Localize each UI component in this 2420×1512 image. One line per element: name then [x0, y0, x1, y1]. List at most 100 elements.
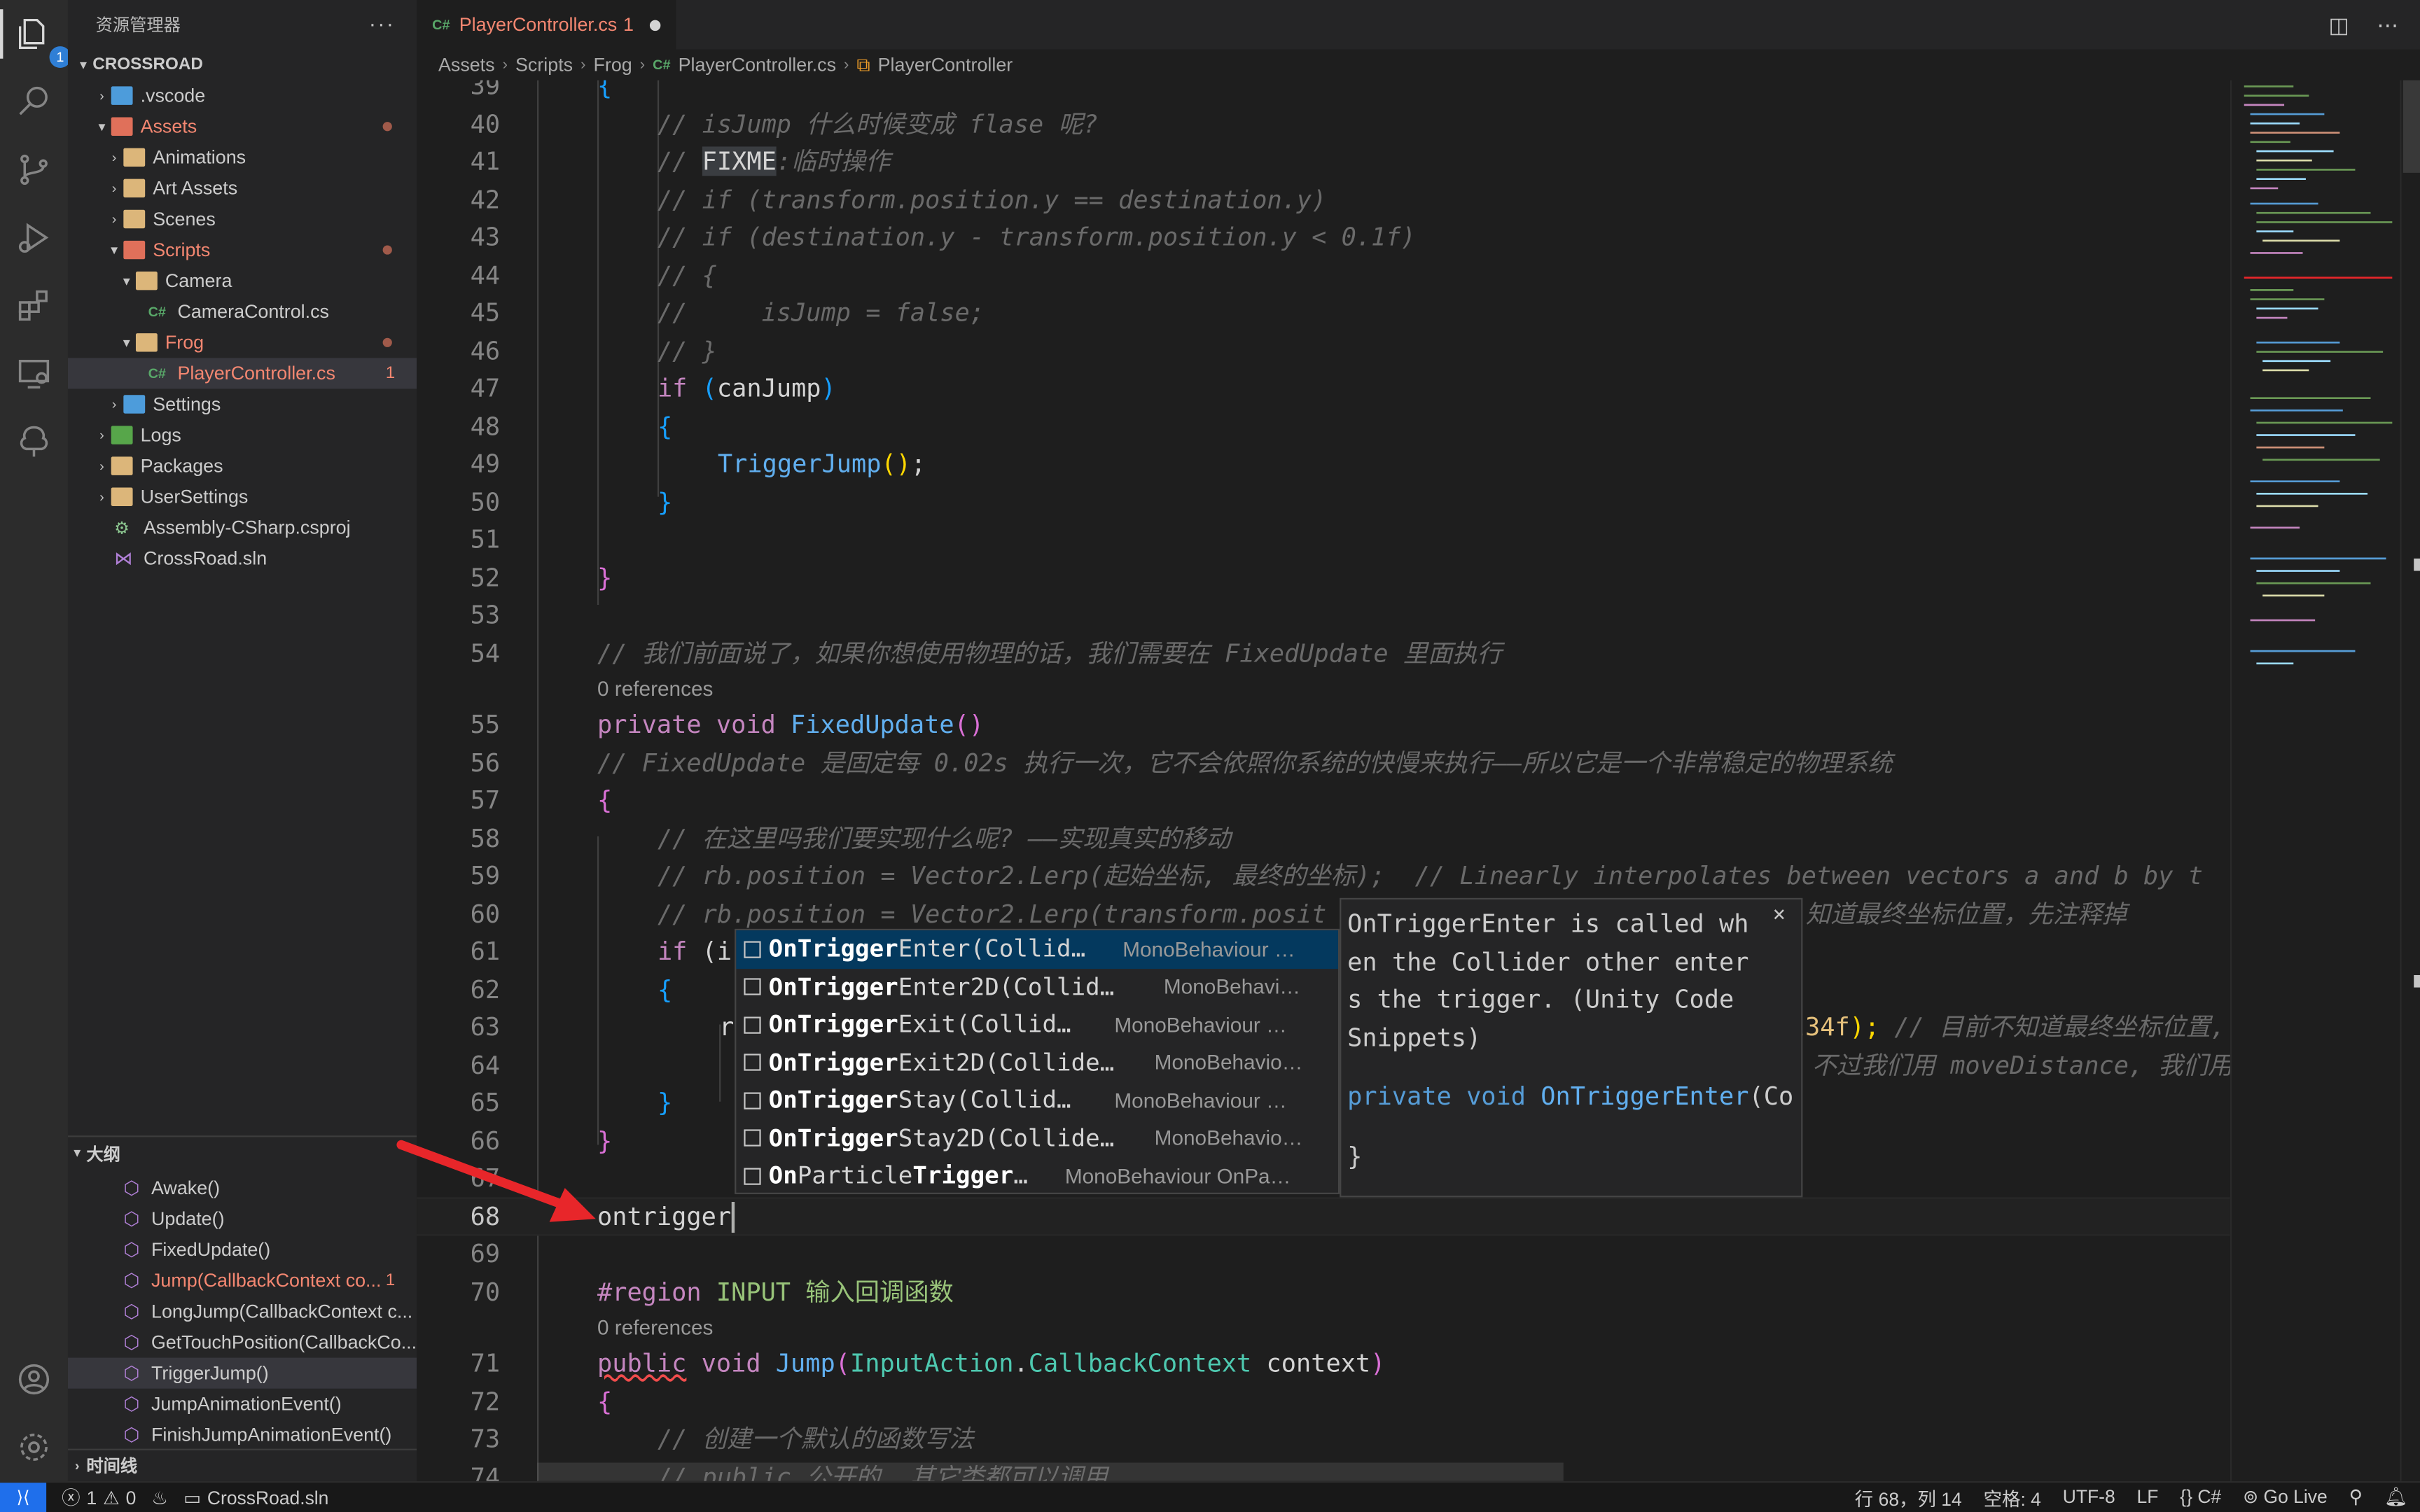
go-live-button[interactable]: ⊚ Go Live: [2243, 1486, 2328, 1512]
remote-explorer-icon[interactable]: [13, 352, 56, 396]
region-directive: #region: [597, 1276, 702, 1306]
explorer-icon[interactable]: 1: [13, 13, 71, 68]
tree-item-cameracontrol[interactable]: C# CameraControl.cs: [68, 296, 417, 327]
tree-item-usersettings[interactable]: › UserSettings: [68, 482, 417, 512]
account-icon[interactable]: [13, 1358, 56, 1401]
timeline-header[interactable]: › 时间线: [67, 1448, 417, 1481]
suggestion-item[interactable]: OnTriggerStay(Collid… MonoBehaviour …: [736, 1082, 1338, 1119]
codelens-references[interactable]: 0 references: [597, 673, 713, 706]
breadcrumb-item[interactable]: PlayerController: [878, 54, 1013, 76]
notifications-bell-icon[interactable]: 🔔︎: [2384, 1486, 2408, 1512]
folder-icon: [123, 209, 146, 229]
codelens-references[interactable]: 0 references: [597, 1311, 713, 1345]
match-highlight: OnTrigger: [768, 935, 898, 963]
indentation[interactable]: 空格: 4: [1984, 1486, 2041, 1512]
tab-playercontroller[interactable]: C# PlayerController.cs 1: [417, 0, 676, 50]
signature-rest: (Co: [1748, 1082, 1794, 1111]
tree-item-vscode[interactable]: › .vscode: [68, 80, 417, 111]
breadcrumb-item[interactable]: Assets: [438, 54, 495, 76]
code-line: 52}: [417, 559, 2230, 597]
code-line: 70 #region INPUT 输入回调函数: [417, 1273, 2230, 1311]
suggestion-item[interactable]: OnParticleTrigger… MonoBehaviour OnPa…: [736, 1157, 1338, 1195]
more-actions-icon[interactable]: ⋯: [2377, 13, 2398, 38]
language-mode[interactable]: {} C#: [2180, 1486, 2221, 1512]
code-editor[interactable]: 39 { 40 // isJump 什么时候变成 flase 呢? 41 // FIX…: [417, 80, 2230, 1481]
outline-item-update[interactable]: ⬡ Update(): [68, 1203, 417, 1234]
outline-item-gettouchposition[interactable]: ⬡ GetTouchPosition(CallbackCo...: [68, 1327, 417, 1358]
tree-item-frog[interactable]: ▾ Frog: [68, 327, 417, 358]
tree-item-art-assets[interactable]: › Art Assets: [68, 173, 417, 204]
line-number: 74: [470, 1462, 501, 1481]
suggestion-item[interactable]: OnTriggerEnter(Collid… MonoBehaviour …: [736, 930, 1338, 969]
outline-header[interactable]: ▾ 大纲: [67, 1135, 417, 1169]
tree-item-sln[interactable]: ⋈ CrossRoad.sln: [68, 543, 417, 574]
type-name: CallbackContext: [1028, 1348, 1252, 1378]
suggestion-item[interactable]: OnTriggerStay2D(Collide… MonoBehavio…: [736, 1119, 1338, 1157]
close-icon[interactable]: ×: [1773, 902, 1786, 927]
code-text[interactable]: ontrigger: [597, 1198, 735, 1236]
snippet-icon: [744, 1167, 761, 1185]
bracket: (): [954, 709, 985, 739]
line-number: 63: [470, 1011, 501, 1042]
tree-item-playercontroller[interactable]: C# PlayerController.cs 1: [67, 358, 417, 389]
end-of-line[interactable]: LF: [2137, 1486, 2159, 1512]
chevron-down-icon: ▾: [80, 56, 88, 72]
comment-prefix: //: [657, 146, 702, 176]
suggestion-item[interactable]: OnTriggerEnter2D(Collid… MonoBehavi…: [736, 968, 1338, 1006]
code-text: // isJump 什么时候变成 flase 呢?: [657, 108, 1099, 139]
outline-item-triggerjump[interactable]: ⬡ TriggerJump(): [67, 1357, 417, 1389]
tree-item-packages[interactable]: › Packages: [68, 451, 417, 482]
tree-item-logs[interactable]: › Logs: [68, 420, 417, 451]
annotation-arrow-icon: [396, 1140, 596, 1222]
tree-item-camera[interactable]: ▾ Camera: [68, 265, 417, 296]
outline-item-fixedupdate[interactable]: ⬡ FixedUpdate(): [68, 1234, 417, 1265]
tree-item-scripts[interactable]: ▾ Scripts: [68, 234, 417, 265]
feedback-icon[interactable]: ⚲: [2349, 1486, 2363, 1512]
horizontal-scrollbar[interactable]: [537, 1462, 1564, 1481]
remote-indicator-icon[interactable]: ⟩⟨: [0, 1482, 47, 1512]
outline-item-finishjumpanimationevent[interactable]: ⬡ FinishJumpAnimationEvent(): [68, 1420, 417, 1450]
vertical-scrollbar[interactable]: [2400, 80, 2420, 1481]
breadcrumb-item[interactable]: PlayerController.cs: [679, 54, 836, 76]
outline-item-jumpanimationevent[interactable]: ⬡ JumpAnimationEvent(): [68, 1389, 417, 1420]
tree-item-settings[interactable]: › Settings: [68, 388, 417, 419]
outline-item-awake[interactable]: ⬡ Awake(): [68, 1172, 417, 1203]
extensions-icon[interactable]: [13, 284, 56, 328]
more-actions-icon[interactable]: ···: [369, 10, 395, 35]
problems-indicator[interactable]: ⓧ 1 ⚠ 0: [62, 1484, 136, 1510]
breadcrumb-item[interactable]: Frog: [594, 54, 632, 76]
search-icon[interactable]: [13, 80, 56, 124]
cursor-position[interactable]: 行 68，列 14: [1855, 1486, 1962, 1512]
tree-item-scenes[interactable]: › Scenes: [68, 204, 417, 234]
outline-item-longjump[interactable]: ⬡ LongJump(CallbackContext c...: [68, 1296, 417, 1326]
tree-item-animations[interactable]: › Animations: [68, 142, 417, 173]
csharp-file-icon: C#: [653, 57, 671, 73]
split-editor-icon[interactable]: ◫: [2328, 13, 2349, 38]
workspace-root[interactable]: ▾ CROSSROAD: [68, 50, 417, 80]
minimap[interactable]: [2230, 80, 2400, 1481]
flame-icon[interactable]: ♨: [151, 1487, 168, 1508]
suggestion-item[interactable]: OnTriggerExit(Collid… MonoBehaviour …: [736, 1006, 1338, 1044]
outline-item-jump[interactable]: ⬡ Jump(CallbackContext co... 1: [68, 1265, 417, 1296]
identifier: canJump: [716, 373, 821, 403]
suggestion-detail: MonoBehavio…: [1154, 1051, 1303, 1074]
scrollbar-thumb[interactable]: [2402, 80, 2420, 173]
unsaved-dot-icon[interactable]: [648, 19, 660, 30]
folder-scripts-icon: [123, 240, 146, 260]
settings-gear-icon[interactable]: [13, 1426, 56, 1469]
tree-item-csproj[interactable]: ⚙ Assembly-CSharp.csproj: [68, 512, 417, 543]
tree-item-assets[interactable]: ▾ Assets: [68, 111, 417, 142]
source-control-icon[interactable]: [13, 148, 56, 192]
tab-label: PlayerController.cs: [459, 13, 618, 36]
suggestion-item[interactable]: OnTriggerExit2D(Collide… MonoBehavio…: [736, 1044, 1338, 1082]
suggestion-label: OnTriggerStay(Collid…: [769, 1086, 1115, 1114]
breadcrumb-item[interactable]: Scripts: [515, 54, 573, 76]
tree-icon[interactable]: [13, 420, 56, 463]
run-debug-icon[interactable]: [13, 216, 56, 260]
solution-indicator[interactable]: ▭ CrossRoad.sln: [183, 1487, 328, 1508]
encoding[interactable]: UTF-8: [2063, 1486, 2115, 1512]
label-rest: Stay2D(Collide…: [898, 1124, 1115, 1152]
outline-item-label: GetTouchPosition(CallbackCo...: [151, 1331, 417, 1353]
suggest-widget: OnTriggerEnter(Collid… MonoBehaviour … O…: [735, 928, 1340, 1195]
explorer-header: 资源管理器 ···: [68, 0, 417, 50]
